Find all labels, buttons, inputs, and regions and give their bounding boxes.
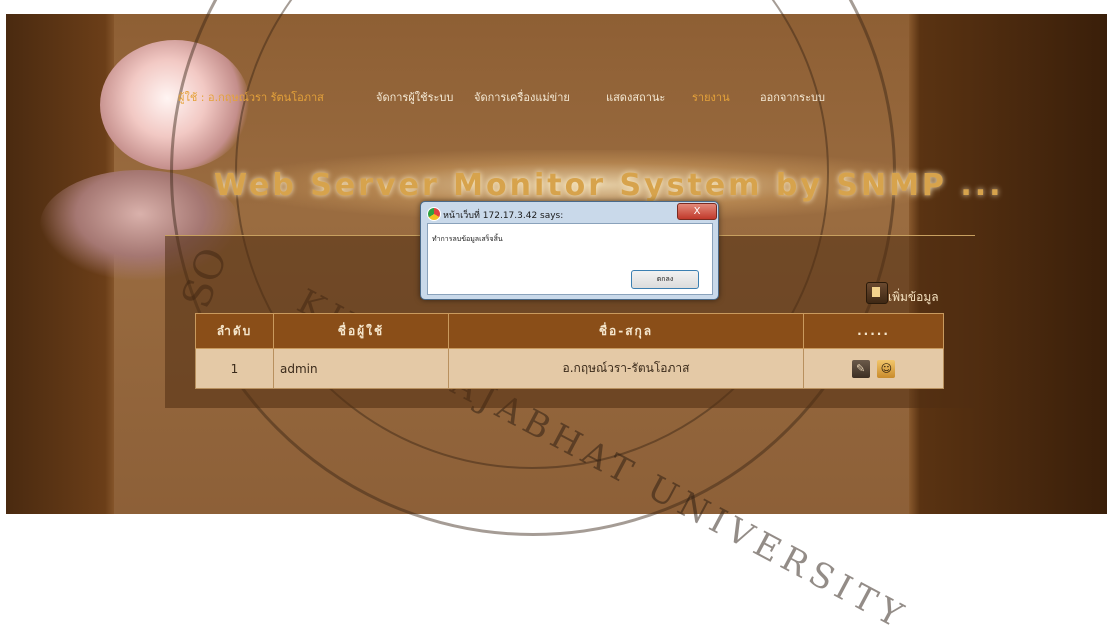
nav-user-greeting: ผู้ใช้ : อ.กฤษณ์วรา รัตนโอภาส	[178, 91, 324, 104]
dialog-close-button[interactable]: X	[677, 203, 717, 220]
nav-manage-servers[interactable]: จัดการเครื่องแม่ข่าย	[474, 88, 570, 106]
cell-number: 1	[195, 348, 274, 389]
dialog-body: ทำการลบข้อมูลเสร็จสิ้น ตกลง	[427, 223, 713, 295]
header-username: ชื่อผู้ใช้	[273, 313, 449, 349]
users-table: ลำดับ ชื่อผู้ใช้ ชื่อ-สกุล ..... 1 admin…	[195, 313, 944, 389]
header-actions: .....	[803, 313, 944, 349]
delete-icon[interactable]: ☺	[877, 359, 896, 378]
dialog-ok-button[interactable]: ตกลง	[631, 270, 699, 289]
nav-logout[interactable]: ออกจากระบบ	[760, 88, 825, 106]
page-title: Web Server Monitor System by SNMP ...	[214, 168, 1004, 203]
nav-show-status[interactable]: แสดงสถานะ	[606, 88, 665, 106]
add-data-label: เพิ่มข้อมูล	[888, 290, 939, 304]
header-fullname: ชื่อ-สกุล	[448, 313, 804, 349]
edit-icon[interactable]: ✎	[851, 359, 870, 378]
cell-actions: ✎ ☺	[803, 348, 944, 389]
cell-username: admin	[273, 348, 449, 389]
cell-fullname: อ.กฤษณ์วรา-รัตนโอภาส	[448, 348, 804, 389]
document-add-icon	[866, 282, 888, 304]
alert-dialog: หน้าเว็บที่ 172.17.3.42 says: X ทำการลบข…	[420, 201, 719, 300]
header-number: ลำดับ	[195, 313, 274, 349]
chrome-icon	[427, 207, 441, 221]
nav-report[interactable]: รายงาน	[692, 88, 730, 106]
table-row: 1 admin อ.กฤษณ์วรา-รัตนโอภาส ✎ ☺	[195, 348, 944, 389]
dialog-message: ทำการลบข้อมูลเสร็จสิ้น	[432, 235, 503, 243]
dialog-title: หน้าเว็บที่ 172.17.3.42 says:	[443, 211, 564, 221]
nav-manage-users[interactable]: จัดการผู้ใช้ระบบ	[376, 88, 453, 106]
table-header-row: ลำดับ ชื่อผู้ใช้ ชื่อ-สกุล .....	[195, 313, 944, 349]
